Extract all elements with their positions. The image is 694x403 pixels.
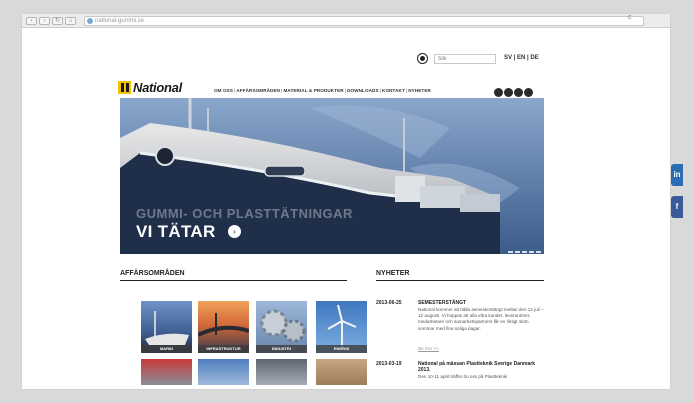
hero-arrow-icon[interactable]: ›	[228, 225, 241, 238]
area-tile-marin[interactable]: MARIN	[141, 301, 192, 353]
utility-row: SV | EN | DE	[408, 54, 548, 66]
nav-item[interactable]: DOWNLOADS	[347, 88, 379, 93]
slide-dot[interactable]	[529, 251, 534, 253]
slide-dot[interactable]	[508, 251, 513, 253]
areas-heading: AFFÄRSOMRÅDEN	[120, 270, 185, 277]
news-title[interactable]: SEMESTERSTÄNGT	[418, 300, 466, 306]
facebook-icon[interactable]: f	[671, 196, 683, 218]
hero-background-text: GUMMI- OCH PLASTTÄTNINGAR	[136, 206, 353, 221]
news-read-more-link[interactable]: läs mer >>	[418, 346, 439, 351]
area-tile-industri[interactable]: INDUSTRI	[256, 301, 307, 353]
address-bar[interactable]: national-gummi.se	[84, 16, 644, 26]
social-icons	[494, 84, 534, 97]
slide-dot[interactable]	[536, 251, 541, 253]
nav-item[interactable]: MATERIAL & PRODUKTER	[283, 88, 343, 93]
news-title[interactable]: National på mässan Plastteknik Sverige D…	[418, 361, 546, 373]
nav-item[interactable]: OM OSS	[214, 88, 233, 93]
social-icon-4[interactable]	[524, 88, 533, 97]
nav-separator: |	[344, 88, 347, 93]
address-text: national-gummi.se	[95, 18, 145, 24]
area-tile-7[interactable]	[256, 359, 307, 385]
area-tile-infrastruktur[interactable]: INFRASTRUKTUR	[198, 301, 249, 353]
areas-divider	[120, 280, 347, 281]
national-logo[interactable]: National	[118, 80, 196, 96]
home-button[interactable]: ⌂	[65, 17, 76, 25]
browser-toolbar: ‹ › ↻ ⌂ national-gummi.se c	[22, 14, 670, 28]
area-tile-energi[interactable]: ENERGI	[316, 301, 367, 353]
social-icon-2[interactable]	[504, 88, 513, 97]
slide-indicators	[508, 240, 543, 254]
news-divider	[376, 280, 544, 281]
area-tile-label: ENERGI	[316, 345, 367, 353]
area-tile-8[interactable]	[316, 359, 367, 385]
screenshot-frame: ‹ › ↻ ⌂ national-gummi.se c SV | EN | DE…	[0, 0, 694, 403]
news-body: National kommer att hålla semesterstängt…	[418, 307, 544, 331]
social-icon-1[interactable]	[494, 88, 503, 97]
nav-item[interactable]: KONTAKT	[382, 88, 405, 93]
nav-separator: |	[379, 88, 382, 93]
area-tile-label: INFRASTRUKTUR	[198, 345, 249, 353]
linkedin-icon[interactable]: in	[671, 164, 683, 186]
reload-button[interactable]: ↻	[52, 17, 63, 25]
hero-banner[interactable]: GUMMI- OCH PLASTTÄTNINGAR VI TÄTAR ›	[120, 98, 544, 254]
slide-dot[interactable]	[515, 251, 520, 253]
nav-item[interactable]: NYHETER	[408, 88, 431, 93]
news-body: Den 10-11 april träffar du oss på Plastt…	[418, 374, 507, 379]
news-date: 2013-03-19	[376, 361, 402, 367]
logo-text: National	[133, 80, 182, 95]
logo-mark	[118, 81, 131, 94]
language-switcher[interactable]: SV | EN | DE	[504, 55, 539, 61]
nav-item[interactable]: AFFÄRSOMRÅDEN	[236, 88, 280, 93]
area-tile-label: INDUSTRI	[256, 345, 307, 353]
slide-dot[interactable]	[522, 251, 527, 253]
search-input[interactable]	[434, 54, 496, 64]
area-tile-5[interactable]	[141, 359, 192, 385]
back-button[interactable]: ‹	[26, 17, 37, 25]
site-icon	[87, 18, 93, 24]
globe-icon[interactable]	[418, 54, 427, 63]
forward-button[interactable]: ›	[39, 17, 50, 25]
hero-title: VI TÄTAR	[136, 222, 216, 241]
refresh-icon[interactable]: c	[628, 14, 632, 21]
main-nav: OM OSS|AFFÄRSOMRÅDEN|MATERIAL & PRODUKTE…	[214, 88, 431, 93]
social-icon-3[interactable]	[514, 88, 523, 97]
area-tile-label: MARIN	[141, 345, 192, 353]
news-heading: NYHETER	[376, 270, 410, 277]
news-date: 2013-06-25	[376, 300, 402, 306]
area-tile-6[interactable]	[198, 359, 249, 385]
